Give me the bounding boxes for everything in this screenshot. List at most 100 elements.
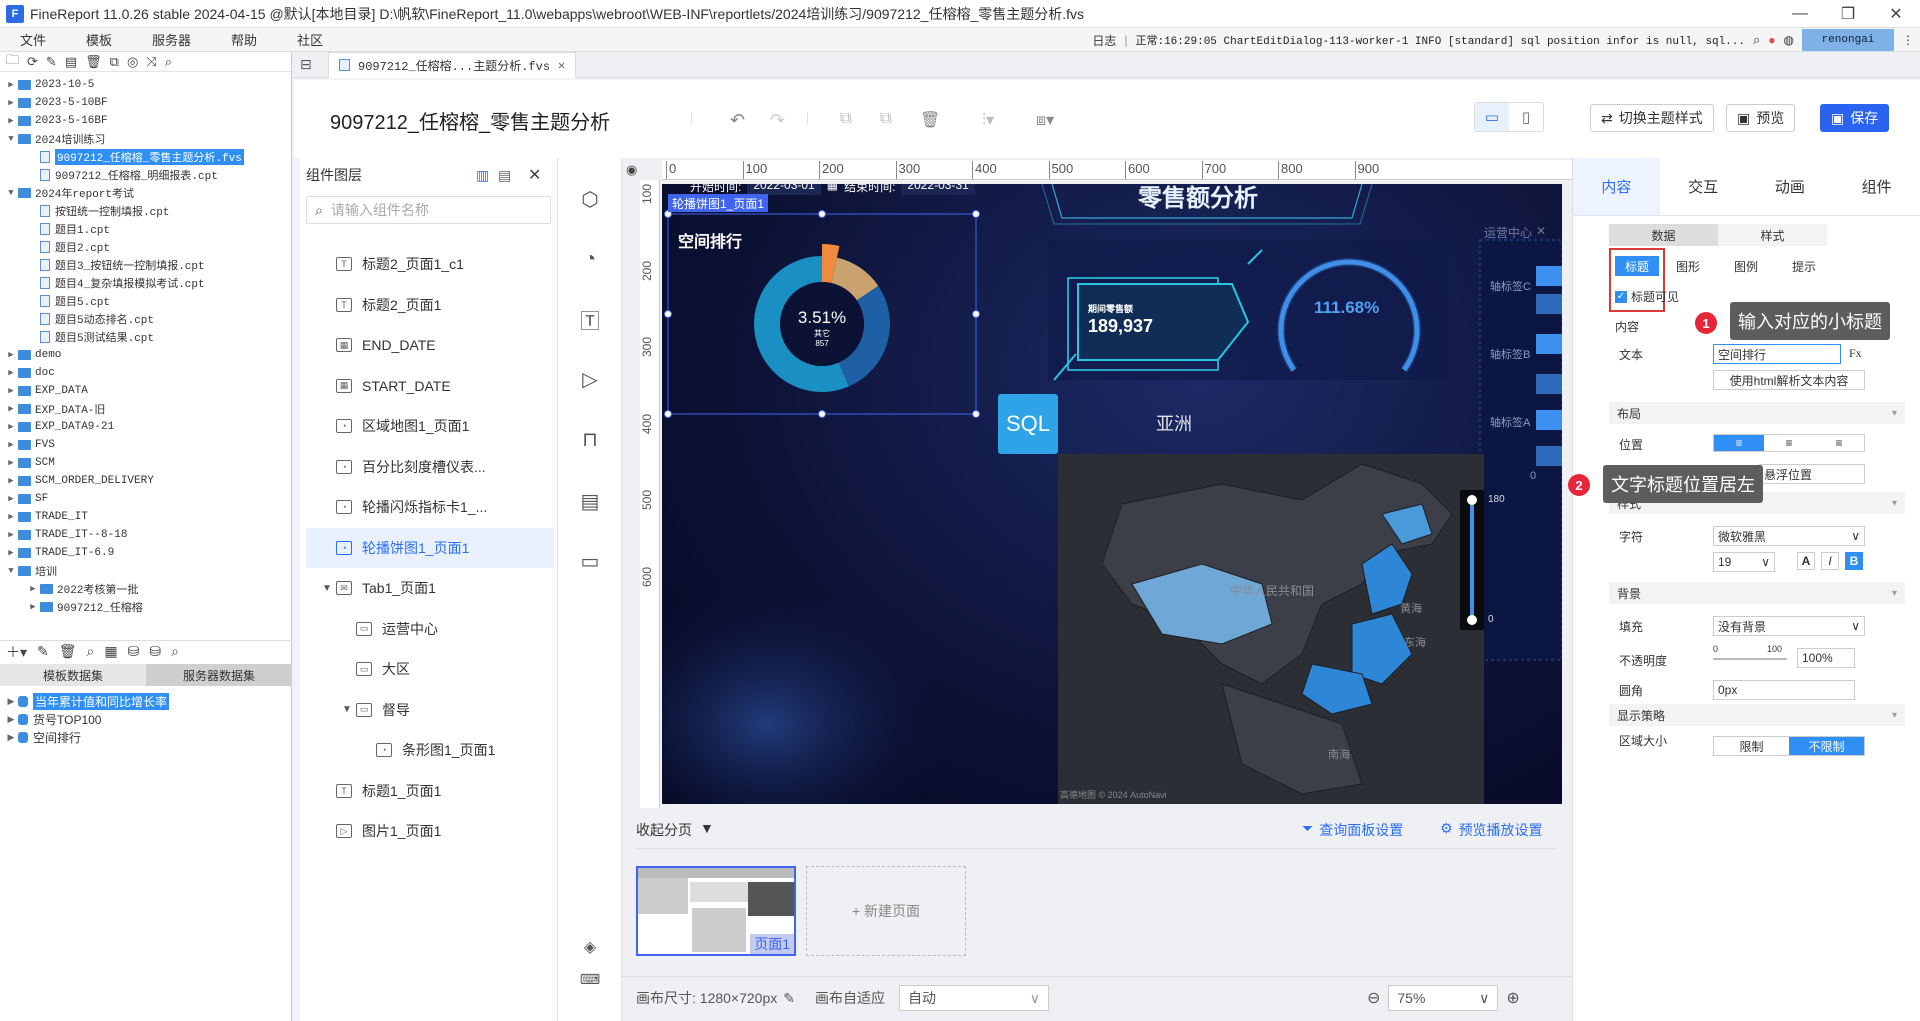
caret-right-icon[interactable]: ▶: [4, 476, 18, 486]
layers-icon[interactable]: ◈: [577, 934, 603, 960]
table-widget-icon[interactable]: ▤: [577, 488, 603, 514]
tab-interaction[interactable]: 交互: [1660, 158, 1747, 215]
tree-item[interactable]: 9097212_任榕榕_明细报表.cpt: [0, 166, 291, 184]
tree-item[interactable]: 9097212_任榕榕_零售主题分析.fvs: [0, 148, 291, 166]
tree-item[interactable]: ▶ 9097212_任榕榕: [0, 598, 291, 616]
caret-down-icon[interactable]: ▼: [4, 134, 18, 144]
tab-animation[interactable]: 动画: [1747, 158, 1834, 215]
end-date-field[interactable]: 2022-03-31: [901, 184, 975, 195]
tree-item[interactable]: ▶ TRADE_IT: [0, 508, 291, 526]
pie-title[interactable]: 空间排行: [678, 228, 742, 252]
tab-component[interactable]: 组件: [1833, 158, 1920, 215]
style-tab-legend[interactable]: 图例: [1717, 256, 1775, 276]
caret-down-icon[interactable]: ▼: [4, 566, 18, 576]
tree-item[interactable]: 按钮统一控制填报.cpt: [0, 202, 291, 220]
caret-right-icon[interactable]: ▶: [4, 350, 18, 360]
caret-right-icon[interactable]: ▶: [4, 696, 18, 707]
font-family-select[interactable]: 微软雅黑 ∨: [1713, 526, 1865, 546]
undo-icon[interactable]: ↶: [730, 110, 745, 131]
new-folder-icon[interactable]: 🗀: [6, 51, 19, 73]
delete-icon[interactable]: 🗑: [920, 110, 940, 130]
layer-item[interactable]: ▼ ✉ Tab1_页面1: [306, 568, 554, 608]
locate-icon[interactable]: ◎: [127, 54, 138, 70]
caret-right-icon[interactable]: ▶: [4, 368, 18, 378]
layer-order-icon[interactable]: ⧈▾: [1036, 110, 1054, 130]
tree-item[interactable]: ▶ EXP_DATA-旧: [0, 400, 291, 418]
mobile-icon[interactable]: ▯: [1509, 103, 1543, 131]
desktop-icon[interactable]: ▭: [1475, 103, 1509, 131]
user-icon[interactable]: ◍: [1784, 33, 1794, 47]
layer-item[interactable]: T 标题1_页面1: [306, 771, 554, 811]
search-icon[interactable]: ⌕: [165, 54, 172, 70]
rename-icon[interactable]: ▤: [65, 54, 77, 70]
caret-right-icon[interactable]: ▶: [4, 440, 18, 450]
tree-item[interactable]: ▶ FVS: [0, 436, 291, 454]
archive-icon[interactable]: ▭: [577, 548, 603, 574]
tree-item[interactable]: ▶ 2023-10-5: [0, 76, 291, 94]
area-limit-option[interactable]: 限制: [1714, 737, 1789, 755]
subtab-data[interactable]: 数据: [1609, 224, 1718, 246]
page-thumbnail-1[interactable]: 页面1: [636, 866, 796, 956]
page-title[interactable]: 9097212_任榕榕_零售主题分析: [330, 106, 610, 135]
tree-item[interactable]: ▶ 2023-5-10BF: [0, 94, 291, 112]
layout-icon[interactable]: ▥: [476, 167, 489, 184]
save-button[interactable]: ▣ 保存: [1820, 104, 1890, 132]
caret-right-icon[interactable]: ▶: [26, 602, 40, 612]
color-b-icon[interactable]: B: [1845, 552, 1863, 570]
tree-item[interactable]: 题目1.cpt: [0, 220, 291, 238]
layer-item[interactable]: ◔ 条形图1_页面1: [306, 730, 554, 770]
inbox-icon[interactable]: ⊓: [577, 426, 603, 452]
caret-right-icon[interactable]: ▶: [4, 386, 18, 396]
preview-play-settings-link[interactable]: ⚙ 预览播放设置: [1440, 820, 1543, 840]
background-section[interactable]: 背景: [1609, 582, 1905, 604]
tree-item[interactable]: ▼ 培训: [0, 562, 291, 580]
tree-item[interactable]: ▼ 2024培训练习: [0, 130, 291, 148]
tab-template-dataset[interactable]: 模板数据集: [0, 664, 146, 686]
user-name[interactable]: renongai: [1802, 29, 1894, 51]
text-widget-icon[interactable]: 🅃: [577, 306, 603, 333]
tree-item[interactable]: ▶ SCM: [0, 454, 291, 472]
caret-right-icon[interactable]: ▶: [4, 422, 18, 432]
menu-help[interactable]: 帮助: [211, 30, 277, 49]
area-nolimit-option[interactable]: 不限制: [1789, 737, 1864, 755]
caret-right-icon[interactable]: ▶: [4, 404, 18, 414]
caret-right-icon[interactable]: ▶: [4, 512, 18, 522]
caret-down-icon[interactable]: ▼: [4, 188, 18, 198]
caret-right-icon[interactable]: ▶: [4, 98, 18, 108]
layer-item[interactable]: ▦ END_DATE: [306, 325, 554, 365]
log-label[interactable]: 日志: [1092, 32, 1116, 49]
server-dataset-icon[interactable]: ▦: [104, 643, 117, 660]
italic-icon[interactable]: I: [1821, 552, 1839, 570]
pie-chart-icon[interactable]: ◔: [577, 246, 603, 272]
edit-icon[interactable]: ✎: [783, 990, 795, 1007]
tree-item[interactable]: 题目5动态排名.cpt: [0, 310, 291, 328]
style-tab-title[interactable]: 标题: [1615, 256, 1659, 276]
style-tab-shape[interactable]: 图形: [1659, 256, 1717, 276]
title-visible-checkbox-row[interactable]: ✓ 标题可见: [1615, 288, 1679, 305]
layer-item[interactable]: ◔ 百分比刻度槽仪表...: [306, 447, 554, 487]
layer-item[interactable]: ◔ 轮播闪烁指标卡1_...: [306, 487, 554, 527]
html-parse-button[interactable]: 使用html解析文本内容: [1713, 370, 1865, 390]
display-strategy-section[interactable]: 显示策略: [1609, 704, 1905, 726]
dataset-item[interactable]: ▶ 空间排行: [0, 728, 292, 746]
refresh-icon[interactable]: ⟳: [27, 54, 38, 70]
caret-right-icon[interactable]: ▶: [4, 458, 18, 468]
menu-server[interactable]: 服务器: [132, 30, 211, 49]
layer-item[interactable]: ◔ 区域地图1_页面1: [306, 406, 554, 446]
tree-item[interactable]: ▶ SF: [0, 490, 291, 508]
close-icon[interactable]: ✕: [528, 165, 541, 185]
layout-section[interactable]: 布局: [1609, 402, 1905, 424]
keyboard-icon[interactable]: ⌨: [577, 966, 603, 992]
layer-item[interactable]: ▭ 运营中心: [306, 609, 554, 649]
tab-content[interactable]: 内容: [1573, 158, 1660, 215]
layer-item[interactable]: ▷ 图片1_页面1: [306, 811, 554, 851]
style-tab-tooltip[interactable]: 提示: [1775, 256, 1833, 276]
file-tab[interactable]: 9097212_任榕榕...主题分析.fvs ✕: [328, 51, 577, 78]
tree-item[interactable]: 题目5测试结果.cpt: [0, 328, 291, 346]
align-right-icon[interactable]: ≡: [1814, 435, 1864, 451]
caret-right-icon[interactable]: ▶: [26, 584, 40, 594]
checkbox-checked-icon[interactable]: ✓: [1615, 290, 1627, 303]
copy-icon[interactable]: ⧉: [840, 110, 851, 128]
tree-item[interactable]: 题目4_复杂填报模拟考试.cpt: [0, 274, 291, 292]
layer-item[interactable]: ▦ START_DATE: [306, 366, 554, 406]
